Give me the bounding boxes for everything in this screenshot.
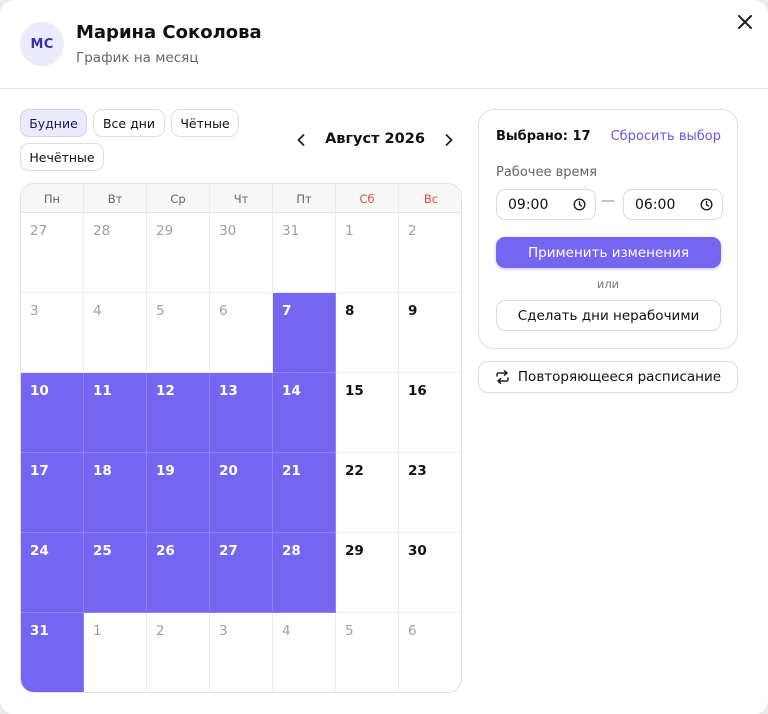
calendar-day[interactable]: 8 xyxy=(336,293,399,373)
calendar-day-outside[interactable]: 2 xyxy=(399,213,461,293)
time-from-value: 09:00 xyxy=(508,196,549,213)
calendar-day-outside[interactable]: 5 xyxy=(147,293,210,373)
clock-icon xyxy=(700,198,713,211)
weekday-label: Вс xyxy=(423,191,439,206)
filter-all-days-chip[interactable]: Все дни xyxy=(93,109,165,137)
modal-subtitle: График на месяц xyxy=(76,50,199,66)
time-separator: — xyxy=(601,193,615,209)
modal-header: МС Марина Соколова График на месяц xyxy=(0,0,768,89)
repeat-icon xyxy=(495,370,510,384)
weekday-label: Вт xyxy=(84,184,147,213)
calendar-day-outside[interactable]: 1 xyxy=(84,613,147,692)
filter-odd-chip[interactable]: Нечётные xyxy=(20,143,104,171)
time-to-value: 06:00 xyxy=(635,196,676,213)
calendar-day-selected[interactable]: 26 xyxy=(147,533,210,613)
calendar-day-selected[interactable]: 10 xyxy=(21,373,84,453)
calendar-day-outside[interactable]: 28 xyxy=(84,213,147,293)
calendar-day-selected[interactable]: 27 xyxy=(210,533,273,613)
recurring-schedule-label: Повторяющееся расписание xyxy=(517,369,722,385)
chevron-left-icon xyxy=(297,134,305,146)
calendar-day-outside[interactable]: 4 xyxy=(273,613,336,692)
work-time-label: Рабочее время xyxy=(496,165,598,180)
calendar-day-selected[interactable]: 25 xyxy=(84,533,147,613)
calendar-day-outside[interactable]: 29 xyxy=(147,213,210,293)
calendar-day-outside[interactable]: 1 xyxy=(336,213,399,293)
weekday-label: Ср xyxy=(147,184,210,213)
close-button[interactable] xyxy=(734,11,756,33)
filter-weekdays-chip[interactable]: Будние xyxy=(20,109,87,137)
make-nonworking-button[interactable]: Сделать дни нерабочими xyxy=(496,300,721,331)
month-title: Август 2026 xyxy=(325,131,425,147)
calendar-day-selected[interactable]: 11 xyxy=(84,373,147,453)
calendar-day-selected[interactable]: 7 xyxy=(273,293,336,373)
selected-count: Выбрано: 17 xyxy=(496,129,591,144)
close-icon xyxy=(738,15,752,29)
calendar-day-selected[interactable]: 19 xyxy=(147,453,210,533)
calendar-day[interactable]: 9 xyxy=(399,293,461,373)
chevron-right-icon xyxy=(445,134,453,146)
calendar-day[interactable]: 29 xyxy=(336,533,399,613)
calendar-day[interactable]: 15 xyxy=(336,373,399,453)
calendar-day-outside[interactable]: 30 xyxy=(210,213,273,293)
time-from-input[interactable]: 09:00 xyxy=(496,189,596,220)
calendar-grid: 27 28 29 30 31 1 2 3 4 5 6 7 8 9 10 11 12 13 14 15 16 17 18 19 2… xyxy=(21,213,461,692)
calendar: Пн Вт Ср Чт Пт Сб Вс 27 28 29 30 31 1 2 3 4 5 6 7 8 9 10 11 12… xyxy=(20,183,462,693)
calendar-day[interactable]: 22 xyxy=(336,453,399,533)
calendar-day-outside[interactable]: 4 xyxy=(84,293,147,373)
calendar-day-selected[interactable]: 31 xyxy=(21,613,84,692)
calendar-day-outside[interactable]: 3 xyxy=(210,613,273,692)
time-to-input[interactable]: 06:00 xyxy=(623,189,723,220)
weekday-header: Пн Вт Ср Чт Пт Сб Вс xyxy=(21,184,461,213)
calendar-day-outside[interactable]: 6 xyxy=(210,293,273,373)
weekday-label: Чт xyxy=(210,184,273,213)
or-divider-text: или xyxy=(596,277,620,291)
weekday-label: Пн xyxy=(21,184,84,213)
calendar-day-selected[interactable]: 18 xyxy=(84,453,147,533)
apply-changes-button[interactable]: Применить изменения xyxy=(496,237,721,268)
recurring-schedule-button[interactable]: Повторяющееся расписание xyxy=(478,361,738,393)
calendar-day[interactable]: 30 xyxy=(399,533,461,613)
calendar-day-selected[interactable]: 13 xyxy=(210,373,273,453)
calendar-day[interactable]: 23 xyxy=(399,453,461,533)
calendar-day-selected[interactable]: 12 xyxy=(147,373,210,453)
calendar-day-outside[interactable]: 3 xyxy=(21,293,84,373)
weekday-label: Пт xyxy=(273,184,336,213)
reset-selection-link[interactable]: Сбросить выбор xyxy=(611,129,721,144)
avatar: МС xyxy=(20,22,64,66)
calendar-day-selected[interactable]: 20 xyxy=(210,453,273,533)
calendar-day-selected[interactable]: 28 xyxy=(273,533,336,613)
calendar-day-selected[interactable]: 21 xyxy=(273,453,336,533)
calendar-day-outside[interactable]: 31 xyxy=(273,213,336,293)
user-name: Марина Соколова xyxy=(76,22,262,43)
calendar-day[interactable]: 16 xyxy=(399,373,461,453)
clock-icon xyxy=(573,198,586,211)
selection-panel: Выбрано: 17 Сбросить выбор Рабочее время… xyxy=(478,109,738,349)
calendar-day-outside[interactable]: 27 xyxy=(21,213,84,293)
next-month-button[interactable] xyxy=(438,126,460,154)
month-navigation: Август 2026 xyxy=(290,126,460,154)
weekday-label: Сб xyxy=(336,184,399,213)
filter-even-chip[interactable]: Чётные xyxy=(171,109,239,137)
calendar-day-selected[interactable]: 24 xyxy=(21,533,84,613)
calendar-day-outside[interactable]: 5 xyxy=(336,613,399,692)
prev-month-button[interactable] xyxy=(290,126,312,154)
calendar-day-selected[interactable]: 17 xyxy=(21,453,84,533)
calendar-day-outside[interactable]: 6 xyxy=(399,613,461,692)
schedule-modal: МС Марина Соколова График на месяц Будни… xyxy=(0,0,768,714)
calendar-day-outside[interactable]: 2 xyxy=(147,613,210,692)
calendar-day-selected[interactable]: 14 xyxy=(273,373,336,453)
